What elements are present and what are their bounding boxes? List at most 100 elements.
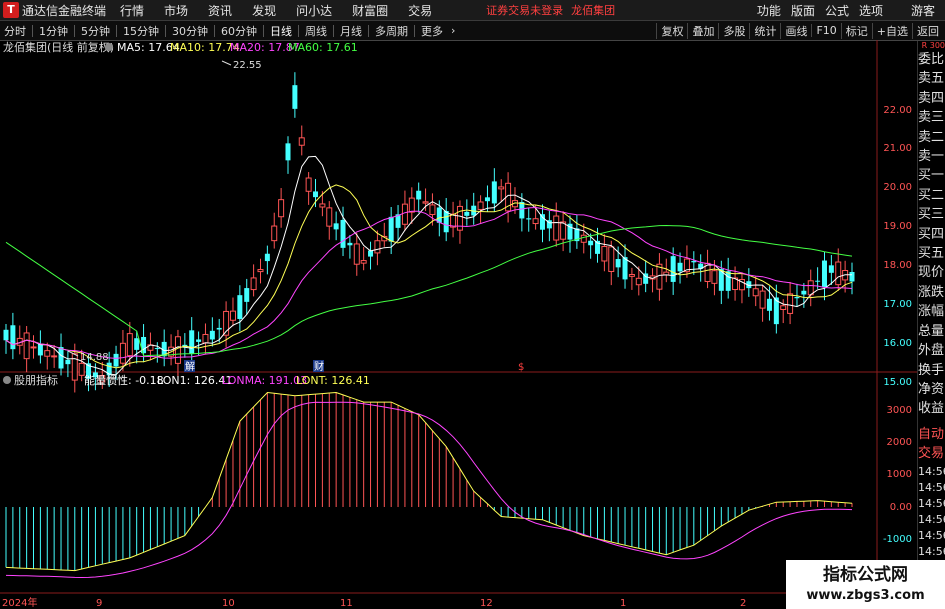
ind-y-tick: -1000 xyxy=(883,534,912,545)
sidebar-field: 买五 xyxy=(918,246,945,262)
sidebar-field: 卖一 xyxy=(918,149,945,165)
period-1min[interactable]: 1分钟 xyxy=(35,23,72,39)
menu-wenxiaoda[interactable]: 问小达 xyxy=(296,2,332,19)
ind-y-tick: 0.00 xyxy=(890,502,912,513)
ind-y-tick: 1000 xyxy=(887,469,912,480)
period-30min[interactable]: 30分钟 xyxy=(168,23,212,39)
settings-dot-icon[interactable] xyxy=(105,43,113,51)
multi-stock-button[interactable]: 多股 xyxy=(718,22,749,39)
draw-line-button[interactable]: 画线 xyxy=(780,22,811,39)
candle-body xyxy=(196,339,202,342)
moving-averages xyxy=(5,155,853,376)
candle-body xyxy=(119,342,126,364)
candle-body xyxy=(752,288,759,297)
kline-chart-area[interactable]: 龙佰集团(日线 前复权) MA5: 17.64 MA10: 17.74 MA20… xyxy=(0,40,917,609)
candle-body xyxy=(436,207,442,223)
candle-body xyxy=(670,256,676,282)
period-monthly[interactable]: 月线 xyxy=(336,23,366,39)
menu-shichang[interactable]: 市场 xyxy=(164,2,188,19)
candle-body xyxy=(278,199,285,218)
period-5min[interactable]: 5分钟 xyxy=(77,23,114,39)
candle-body xyxy=(374,240,381,254)
candle-body xyxy=(285,143,291,161)
candle-body xyxy=(113,353,119,367)
x-tick: 9 xyxy=(96,598,102,609)
mark-button[interactable]: 标记 xyxy=(840,22,872,39)
candle-body xyxy=(711,270,718,284)
candle-body xyxy=(37,343,43,356)
candle-body xyxy=(333,223,339,230)
event-marker-dividend[interactable]: $ xyxy=(518,362,524,373)
candle-body xyxy=(3,329,9,341)
sidebar-field: 买一 xyxy=(918,168,945,184)
period-weekly[interactable]: 周线 xyxy=(301,23,331,39)
menu-faxian[interactable]: 发现 xyxy=(252,2,276,19)
quote-sidebar: R 300 委比 卖五 卖四 卖三 卖二 卖一 买一 买二 买三 买四 买五 现价 涨跌 涨幅 总量 外盘 换手… xyxy=(917,41,945,609)
f10-button[interactable]: F10 xyxy=(811,24,840,37)
candle-body xyxy=(44,350,51,357)
chevron-right-icon[interactable]: › xyxy=(447,24,459,37)
trade-time: 14:56 xyxy=(918,544,945,558)
candle-body xyxy=(477,201,484,210)
candle-body xyxy=(849,272,855,282)
guest-user[interactable]: 游客 xyxy=(911,2,935,19)
add-favorite-button[interactable]: +自选 xyxy=(871,22,912,39)
candle-body xyxy=(353,243,360,265)
trade-login-status[interactable]: 证券交易未登录 xyxy=(486,2,563,18)
event-marker-finance[interactable]: 财 xyxy=(314,360,324,373)
candle-body xyxy=(787,293,794,314)
menu-xuanxiang[interactable]: 选项 xyxy=(859,2,883,19)
lonma-label: LONMA: 191.03 xyxy=(222,374,307,387)
period-fenshi[interactable]: 分时 xyxy=(0,23,30,39)
menu-caifuquan[interactable]: 财富圈 xyxy=(352,2,388,19)
auto-label[interactable]: 自动 xyxy=(918,425,945,444)
candle-body xyxy=(422,201,429,204)
candlesticks xyxy=(3,72,855,393)
candle-body xyxy=(725,271,731,291)
menu-jiaoyi[interactable]: 交易 xyxy=(408,2,432,19)
indicator-settings-icon[interactable] xyxy=(3,376,11,384)
toolbar-right: 复权 叠加 多股 统计 画线 F10 标记 +自选 返回 xyxy=(656,21,943,40)
statistics-button[interactable]: 统计 xyxy=(749,22,780,39)
sidebar-field: 买三 xyxy=(918,207,945,223)
fuquan-button[interactable]: 复权 xyxy=(656,22,687,39)
menu-banmian[interactable]: 版面 xyxy=(791,2,815,19)
sidebar-field: 卖五 xyxy=(918,71,945,87)
menu-gongneng[interactable]: 功能 xyxy=(757,2,781,19)
candle-body xyxy=(229,310,236,321)
x-tick: 2 xyxy=(740,598,746,609)
trade-label[interactable]: 交易 xyxy=(918,444,945,463)
menu-hangqing[interactable]: 行情 xyxy=(120,2,144,19)
indicator-title: 股朋指标 xyxy=(14,373,58,387)
sidebar-field: 卖三 xyxy=(918,110,945,126)
candle-body xyxy=(340,219,346,248)
candle-body xyxy=(416,190,422,200)
candle-body xyxy=(174,336,181,364)
overlay-button[interactable]: 叠加 xyxy=(687,22,718,39)
candle-body xyxy=(553,215,560,241)
high-price-label: 22.55 xyxy=(233,60,262,71)
candle-body xyxy=(298,137,305,146)
candle-body xyxy=(835,261,842,286)
period-60min[interactable]: 60分钟 xyxy=(217,23,261,39)
x-axis: 2024年 9 10 11 12 1 2 xyxy=(2,596,746,609)
candle-body xyxy=(23,332,30,360)
candle-body xyxy=(257,269,264,273)
event-marker-unlock[interactable]: 解 xyxy=(185,360,195,373)
period-daily[interactable]: 日线 xyxy=(266,23,296,39)
menu-zixun[interactable]: 资讯 xyxy=(208,2,232,19)
candle-body xyxy=(828,265,834,273)
low-price-label: 14.88 xyxy=(80,352,109,363)
indicator-y-axis: 3000 2000 1000 0.00 -1000 xyxy=(883,405,912,545)
back-button[interactable]: 返回 xyxy=(912,22,943,39)
candle-body xyxy=(271,225,278,242)
period-15min[interactable]: 15分钟 xyxy=(119,23,163,39)
sidebar-field: 买二 xyxy=(918,187,945,203)
candle-body xyxy=(801,290,807,295)
ma10-line xyxy=(5,184,853,369)
menu-gongshi[interactable]: 公式 xyxy=(825,2,849,19)
period-multi[interactable]: 多周期 xyxy=(371,23,412,39)
site-watermark: 指标公式网 www.zbgs3.com xyxy=(786,560,945,609)
period-more[interactable]: 更多 xyxy=(417,23,447,39)
candle-body xyxy=(498,186,505,190)
